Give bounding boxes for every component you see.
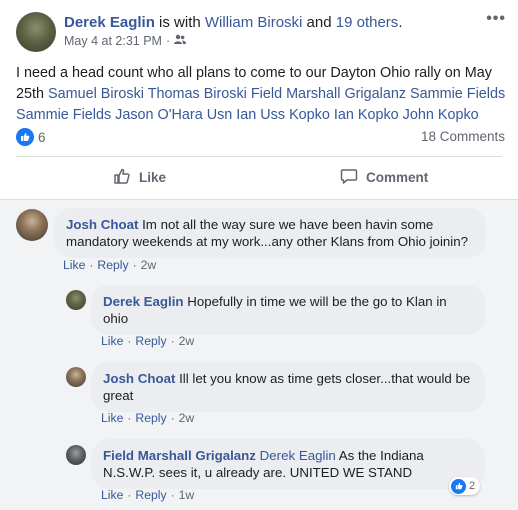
reply-avatar[interactable]	[66, 445, 86, 465]
like-reaction-icon	[451, 478, 466, 494]
comment-time[interactable]: 2w	[141, 258, 157, 272]
like-label: Like	[139, 170, 167, 185]
reaction-summary[interactable]: 6	[16, 128, 46, 146]
reaction-count: 6	[38, 129, 46, 145]
sep-dot: ·	[127, 488, 132, 502]
tagged-user[interactable]: William Biroski	[205, 14, 303, 31]
post-text: I need a head count who all plans to com…	[16, 63, 506, 126]
post-header: Derek Eaglin is with William Biroski and…	[64, 13, 402, 33]
reply-reaction-badge[interactable]: 2	[449, 477, 481, 495]
reply-reply-link[interactable]: Reply	[135, 411, 166, 425]
reply-reaction-count: 2	[469, 480, 476, 492]
reply-like-link[interactable]: Like	[101, 488, 123, 502]
divider	[16, 156, 502, 157]
post-meta: May 4 at 2:31 PM ·	[64, 34, 187, 48]
reply-bubble: Josh Choat Ill let you know as time gets…	[91, 362, 485, 412]
thumbs-up-icon	[113, 167, 131, 188]
post-date[interactable]: May 4 at 2:31 PM	[64, 34, 162, 48]
others-link[interactable]: 19 others	[336, 14, 399, 31]
and-text: and	[302, 14, 336, 31]
meta-dot: ·	[165, 34, 171, 48]
reply-time[interactable]: 2w	[179, 411, 195, 425]
comment-actions: Like · Reply · 2w	[63, 258, 156, 272]
sep-dot: ·	[170, 488, 175, 502]
reply-reply-link[interactable]: Reply	[135, 488, 166, 502]
like-reaction-icon	[16, 128, 34, 146]
reply-actions: Like · Reply · 2w	[101, 411, 194, 425]
friends-icon[interactable]	[174, 34, 187, 48]
reply-author[interactable]: Josh Choat	[103, 371, 175, 386]
sep-dot: ·	[170, 334, 175, 348]
comment-icon	[340, 167, 358, 188]
post-card: Derek Eaglin is with William Biroski and…	[0, 0, 518, 199]
reply-avatar[interactable]	[66, 367, 86, 387]
comment-bubble: Josh Choat Im not all the way sure we ha…	[54, 208, 486, 258]
comments-count[interactable]: 18 Comments	[421, 129, 505, 144]
commenter-avatar[interactable]	[16, 209, 48, 241]
reply-mention[interactable]: Derek Eaglin	[256, 448, 336, 463]
comments-section: Josh Choat Im not all the way sure we ha…	[0, 199, 518, 510]
reply-bubble: Field Marshall Grigalanz Derek Eaglin As…	[91, 439, 485, 489]
author-name[interactable]: Derek Eaglin	[64, 14, 155, 31]
with-text: is with	[154, 14, 205, 31]
author-avatar[interactable]	[16, 12, 56, 52]
reply-like-link[interactable]: Like	[101, 334, 123, 348]
comment-label: Comment	[366, 170, 429, 185]
comment-reply-link[interactable]: Reply	[97, 258, 128, 272]
reply-time[interactable]: 2w	[179, 334, 195, 348]
more-options-icon[interactable]: •••	[486, 10, 506, 28]
reply-author[interactable]: Field Marshall Grigalanz	[103, 448, 256, 463]
reply-reply-link[interactable]: Reply	[135, 334, 166, 348]
comment-author[interactable]: Josh Choat	[66, 217, 138, 232]
reply-bubble: Derek Eaglin Hopefully in time we will b…	[91, 285, 485, 335]
reply-time[interactable]: 1w	[179, 488, 195, 502]
reply-actions: Like · Reply · 1w	[101, 488, 194, 502]
comment-button[interactable]: Comment	[340, 167, 428, 188]
sep-dot: ·	[127, 411, 132, 425]
comment-like-link[interactable]: Like	[63, 258, 85, 272]
period: .	[398, 14, 403, 31]
reply-avatar[interactable]	[66, 290, 86, 310]
post-tags[interactable]: Samuel Biroski Thomas Biroski Field Mars…	[16, 86, 505, 123]
sep-dot: ·	[132, 258, 137, 272]
like-button[interactable]: Like	[113, 167, 166, 188]
sep-dot: ·	[89, 258, 94, 272]
reply-actions: Like · Reply · 2w	[101, 334, 194, 348]
reply-like-link[interactable]: Like	[101, 411, 123, 425]
sep-dot: ·	[127, 334, 132, 348]
sep-dot: ·	[170, 411, 175, 425]
reply-author[interactable]: Derek Eaglin	[103, 294, 184, 309]
